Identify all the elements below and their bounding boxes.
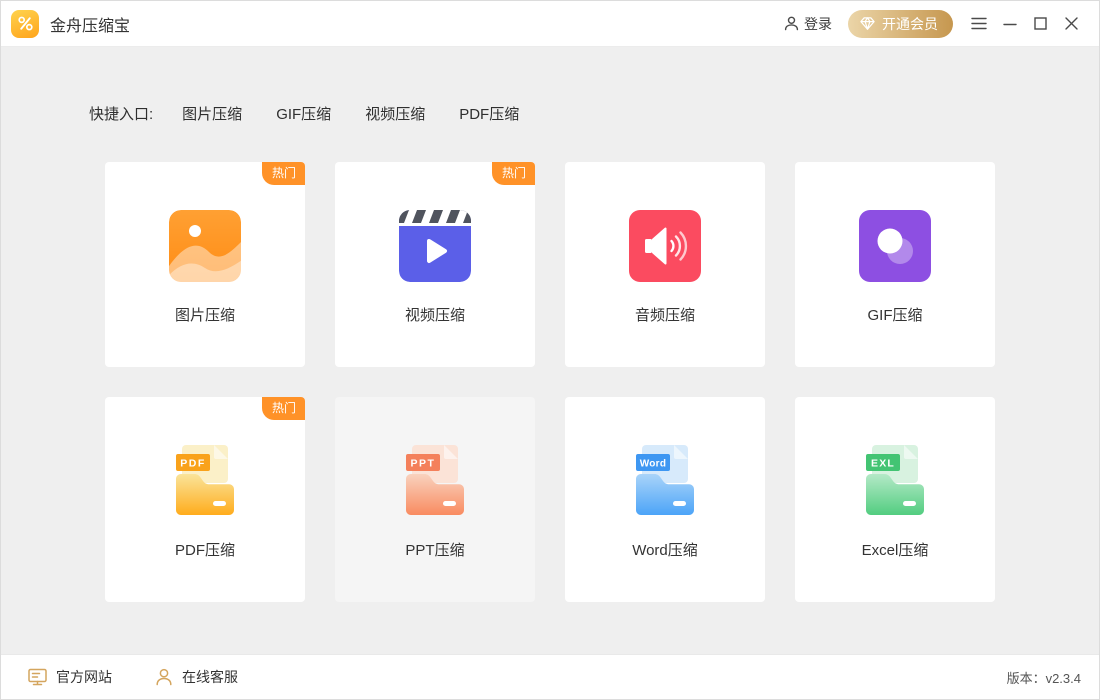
app-title: 金舟压缩宝 (50, 12, 130, 36)
official-website-link[interactable]: 官方网站 (27, 667, 112, 687)
image-compress-icon (169, 210, 241, 282)
quick-entry-row: 快捷入口: 图片压缩 GIF压缩 视频压缩 PDF压缩 (89, 103, 1099, 124)
main-area: 快捷入口: 图片压缩 GIF压缩 视频压缩 PDF压缩 热门 (1, 47, 1099, 654)
ppt-folder-icon: PPT (406, 445, 464, 517)
quick-link-video[interactable]: 视频压缩 (365, 103, 425, 124)
official-website-label: 官方网站 (56, 667, 112, 687)
support-person-icon (154, 667, 174, 687)
card-ppt-compress[interactable]: PPT PPT压缩 (335, 397, 535, 602)
quick-entry-label: 快捷入口: (89, 103, 153, 124)
card-label: 图片压缩 (175, 304, 235, 325)
monitor-icon (27, 667, 48, 687)
menu-icon[interactable] (963, 9, 994, 39)
login-button[interactable]: 登录 (783, 14, 832, 34)
version-label: 版本：v2.3.4 (1007, 668, 1081, 687)
video-compress-icon (399, 210, 471, 282)
online-support-link[interactable]: 在线客服 (154, 667, 238, 687)
excel-folder-icon: EXL (866, 445, 924, 517)
close-button[interactable] (1056, 9, 1087, 39)
gem-icon (859, 15, 876, 32)
ppt-tag-label: PPT (411, 458, 436, 470)
app-logo-icon (11, 10, 39, 38)
word-folder-icon: Word (636, 445, 694, 517)
card-word-compress[interactable]: Word Word压缩 (565, 397, 765, 602)
card-gif-compress[interactable]: GIF压缩 (795, 162, 995, 367)
card-label: Excel压缩 (862, 539, 929, 560)
card-label: GIF压缩 (868, 304, 923, 325)
footer-bar: 官方网站 在线客服 版本：v2.3.4 (1, 654, 1099, 699)
card-pdf-compress[interactable]: 热门 PDF PDF压缩 (105, 397, 305, 602)
hot-badge: 热门 (262, 162, 305, 185)
user-icon (783, 15, 800, 32)
card-video-compress[interactable]: 热门 (335, 162, 535, 367)
window-controls (963, 9, 1087, 39)
card-label: PDF压缩 (175, 539, 235, 560)
vip-label: 开通会员 (882, 14, 938, 34)
card-label: Word压缩 (632, 539, 698, 560)
hot-badge: 热门 (262, 397, 305, 420)
titlebar: 金舟压缩宝 登录 开通会员 (1, 1, 1099, 47)
maximize-button[interactable] (1025, 9, 1056, 39)
audio-compress-icon (629, 210, 701, 282)
excel-tag-label: EXL (871, 458, 895, 470)
login-label: 登录 (804, 14, 832, 34)
online-support-label: 在线客服 (182, 667, 238, 687)
quick-link-pdf[interactable]: PDF压缩 (459, 103, 519, 124)
card-label: 视频压缩 (405, 304, 465, 325)
gif-compress-icon (859, 210, 931, 282)
card-label: 音频压缩 (635, 304, 695, 325)
feature-grid: 热门 图片压缩 (105, 162, 995, 602)
minimize-button[interactable] (994, 9, 1025, 39)
vip-button[interactable]: 开通会员 (848, 10, 953, 38)
quick-link-image[interactable]: 图片压缩 (182, 103, 242, 124)
hot-badge: 热门 (492, 162, 535, 185)
pdf-folder-icon: PDF (176, 445, 234, 517)
card-image-compress[interactable]: 热门 图片压缩 (105, 162, 305, 367)
quick-link-gif[interactable]: GIF压缩 (276, 103, 331, 124)
card-excel-compress[interactable]: EXL Excel压缩 (795, 397, 995, 602)
card-label: PPT压缩 (405, 539, 464, 560)
word-tag-label: Word (640, 459, 667, 470)
card-audio-compress[interactable]: 音频压缩 (565, 162, 765, 367)
pdf-tag-label: PDF (180, 458, 206, 470)
